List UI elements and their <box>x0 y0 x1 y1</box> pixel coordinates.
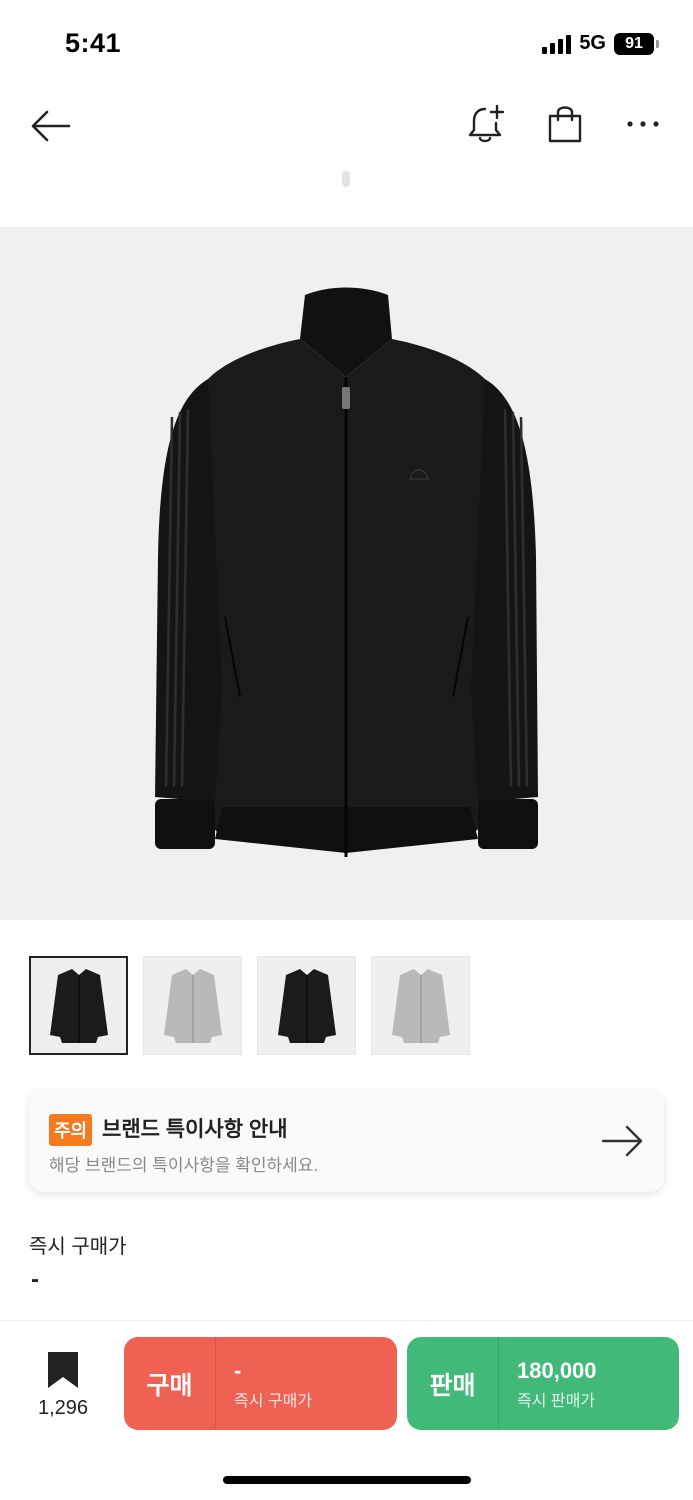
buy-label: 구매 <box>124 1337 216 1430</box>
page-indicator <box>342 171 350 187</box>
buy-button[interactable]: 구매 - 즉시 구매가 <box>124 1337 397 1430</box>
instant-buy-value: - <box>31 1266 39 1293</box>
bookmark-icon <box>48 1352 78 1388</box>
notice-title: 브랜드 특이사항 안내 <box>102 1118 288 1141</box>
thumbnail-silver-1[interactable] <box>143 956 242 1055</box>
notice-arrow-button[interactable] <box>598 1118 648 1164</box>
thumbnail-black-1[interactable] <box>29 956 128 1055</box>
jacket-thumbnail-icon <box>391 968 450 1043</box>
sell-info: 180,000 즉시 판매가 <box>499 1337 597 1430</box>
jacket-image <box>155 287 538 857</box>
status-indicators: 5G 91 <box>542 32 659 55</box>
notice-subtitle: 해당 브랜드의 특이사항을 확인하세요. <box>49 1156 319 1175</box>
sell-price: 180,000 <box>517 1357 597 1383</box>
thumbnail-silver-2[interactable] <box>371 956 470 1055</box>
bottom-action-bar: 1,296 구매 - 즉시 구매가 판매 180,000 즉시 판매가 <box>0 1320 693 1500</box>
back-button[interactable] <box>26 102 74 150</box>
price-alert-button[interactable] <box>463 98 511 150</box>
more-horizontal-icon <box>627 121 659 127</box>
brand-notice-card[interactable]: 주의 브랜드 특이사항 안내 해당 브랜드의 특이사항을 확인하세요. <box>29 1090 664 1192</box>
jacket-thumbnail-icon <box>277 968 336 1043</box>
sell-button[interactable]: 판매 180,000 즉시 판매가 <box>407 1337 679 1430</box>
arrow-right-icon <box>601 1125 643 1157</box>
buy-sub-label: 즉시 구매가 <box>234 1392 313 1410</box>
thumbnail-black-2[interactable] <box>257 956 356 1055</box>
cart-button[interactable] <box>541 98 589 150</box>
notice-badge: 주의 <box>49 1114 93 1146</box>
jacket-thumbnail-icon <box>49 968 108 1043</box>
arrow-left-icon <box>31 110 71 142</box>
status-time: 5:41 <box>65 28 122 58</box>
status-bar: 5:41 5G 91 <box>0 0 693 90</box>
bell-plus-icon <box>468 104 505 143</box>
home-indicator[interactable] <box>223 1476 471 1484</box>
product-image[interactable] <box>0 227 693 920</box>
signal-icon <box>542 34 572 54</box>
battery-icon: 91 <box>614 32 659 55</box>
bookmark-count: 1,296 <box>37 1397 89 1419</box>
shopping-bag-icon <box>548 106 582 143</box>
instant-buy-label: 즉시 구매가 <box>29 1236 127 1258</box>
buy-info: - 즉시 구매가 <box>216 1337 312 1430</box>
bookmark-button[interactable]: 1,296 <box>30 1351 96 1420</box>
jacket-thumbnail-icon <box>163 968 222 1043</box>
buy-price: - <box>234 1357 242 1383</box>
more-button[interactable] <box>619 98 667 150</box>
top-nav <box>0 90 693 160</box>
network-type: 5G <box>579 32 606 54</box>
sell-label: 판매 <box>407 1337 499 1430</box>
sell-sub-label: 즉시 판매가 <box>517 1392 596 1410</box>
thumbnail-strip <box>29 956 470 1055</box>
battery-level: 91 <box>614 32 654 55</box>
